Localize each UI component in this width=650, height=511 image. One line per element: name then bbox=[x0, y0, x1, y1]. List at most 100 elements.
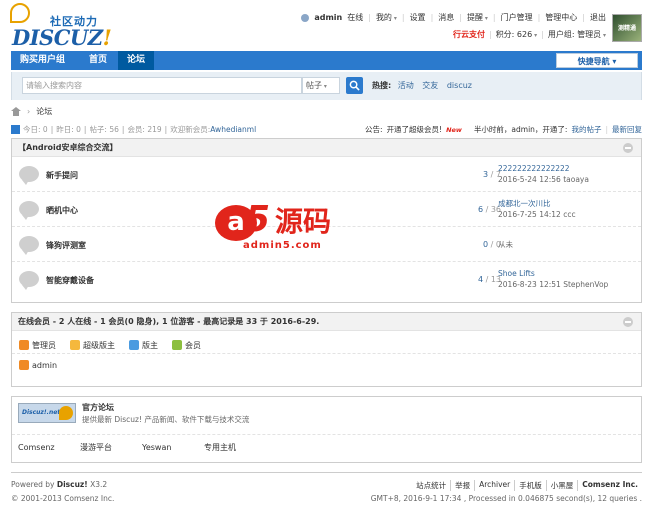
online-title: 在线会员 - 2 人在线 - 1 会员(0 隐身), 1 位游客 - 最高记录是… bbox=[18, 317, 320, 326]
breadcrumb-current[interactable]: 论坛 bbox=[36, 106, 52, 117]
usergroup-menu[interactable]: 用户组: 管理员 bbox=[548, 29, 606, 40]
user-toolbar: admin 在线 | 我的 | 设置 | 消息 | 提醒 | 门户管理 | 管理… bbox=[301, 12, 606, 23]
member-icon bbox=[172, 340, 182, 350]
credits-menu[interactable]: 积分: 626 bbox=[496, 29, 537, 40]
powered-by: Powered by Discuz! X3.2 bbox=[11, 480, 108, 489]
last-post-meta: 2016-5-24 12:56 taoaya bbox=[498, 175, 589, 184]
footer-links: 站点统计 举报 Archiver 手机版 小黑屋 Comsenz Inc. bbox=[412, 480, 642, 491]
last-post: 从未 bbox=[498, 233, 513, 250]
discuz-net-logo[interactable]: Discuz!.net bbox=[18, 403, 76, 423]
home-icon[interactable] bbox=[11, 107, 21, 116]
category-title[interactable]: 【Android安卓综合交流】 bbox=[18, 143, 118, 152]
messages-link[interactable]: 消息 bbox=[438, 12, 454, 23]
nav-buy-usergroup[interactable]: 购买用户组 bbox=[11, 51, 74, 70]
footer-link[interactable]: Comsenz Inc. bbox=[582, 480, 638, 489]
quick-nav-button[interactable]: 快捷导航 ▾ bbox=[556, 53, 638, 68]
latest-replies-link[interactable]: 最新回复 bbox=[612, 124, 642, 135]
last-post-meta: 2016-8-23 12:51 StephenVop bbox=[498, 280, 609, 289]
legend-item: 超级版主 bbox=[70, 337, 115, 353]
logout-link[interactable]: 退出 bbox=[590, 12, 606, 23]
friend-link[interactable]: 漫游平台 bbox=[80, 442, 142, 453]
legend-item: 会员 bbox=[172, 337, 201, 353]
forum-row: 新手提问 3 / 7 222222222222222 2016-5-24 12:5… bbox=[12, 157, 641, 192]
server-time: GMT+8, 2016-9-1 17:34 , Processed in 0.0… bbox=[370, 494, 642, 503]
hot-search-item[interactable]: 活动 bbox=[398, 81, 414, 90]
forum-name-link[interactable]: 晒机中心 bbox=[46, 205, 78, 216]
last-post-link[interactable]: 成都北一次川比 bbox=[498, 199, 551, 208]
friend-link[interactable]: Comsenz bbox=[18, 443, 80, 452]
friend-link[interactable]: 专用主机 bbox=[204, 442, 266, 453]
official-forum-desc: 提供最新 Discuz! 产品新闻、软件下载与技术交流 bbox=[82, 415, 250, 424]
member-legend: 管理员 超级版主 版主 会员 bbox=[12, 331, 641, 353]
hot-searches: 热搜: 活动 交友 discuz bbox=[372, 81, 472, 90]
avatar[interactable]: 测精通 bbox=[612, 14, 642, 42]
breadcrumb: › 论坛 bbox=[11, 106, 52, 117]
online-user-list: admin bbox=[12, 353, 641, 381]
hot-search-item[interactable]: 交友 bbox=[422, 81, 438, 90]
my-posts-link[interactable]: 我的帖子 bbox=[571, 124, 601, 135]
my-menu[interactable]: 我的 bbox=[376, 12, 397, 23]
forum-stats: 今日: 0 | 昨日: 0 | 帖子: 56 | 会员: 219 | 欢迎新会员: Aw… bbox=[11, 124, 256, 135]
lightbulb-icon bbox=[10, 3, 30, 23]
copyright: © 2001-2013 Comsenz Inc. bbox=[11, 494, 115, 503]
legend-item: 版主 bbox=[129, 337, 158, 353]
collapse-icon[interactable] bbox=[623, 317, 633, 327]
footer-link[interactable]: 小黑屋 bbox=[551, 481, 574, 490]
member-icon bbox=[19, 340, 29, 350]
logo-wordmark: DISCUZ! bbox=[12, 25, 112, 50]
member-icon bbox=[129, 340, 139, 350]
forum-icon bbox=[19, 236, 39, 255]
last-post: 成都北一次川比 2016-7-25 14:12 ccc bbox=[498, 198, 576, 220]
forum-icon bbox=[19, 201, 39, 220]
footer-link[interactable]: 举报 bbox=[455, 481, 470, 490]
site-logo[interactable]: 社区动力 DISCUZ! bbox=[10, 3, 120, 50]
admin-center-link[interactable]: 管理中心 bbox=[545, 12, 577, 23]
username-link[interactable]: admin bbox=[314, 13, 342, 22]
chart-icon bbox=[11, 125, 20, 134]
friend-link[interactable]: Yeswan bbox=[142, 443, 204, 452]
main-nav: 购买用户组 首页 论坛 快捷导航 ▾ bbox=[11, 51, 642, 70]
portal-admin-link[interactable]: 门户管理 bbox=[501, 12, 533, 23]
user-toolbar-secondary: 行云支付 | 积分: 626 | 用户组: 管理员 bbox=[453, 29, 606, 40]
last-post-none: 从未 bbox=[498, 240, 513, 249]
footer-link[interactable]: 站点统计 bbox=[416, 481, 446, 490]
online-members-box: 在线会员 - 2 人在线 - 1 会员(0 隐身), 1 位游客 - 最高记录是… bbox=[11, 312, 642, 387]
pay-link[interactable]: 行云支付 bbox=[453, 29, 485, 40]
forum-name-link[interactable]: 智能穿戴设备 bbox=[46, 275, 94, 286]
forum-row: 智能穿戴设备 4 / 13 Shoe Lifts 2016-8-23 12:51 … bbox=[12, 262, 641, 297]
search-type-select[interactable]: 帖子 bbox=[302, 77, 340, 94]
friend-links-box: Discuz!.net 官方论坛 提供最新 Discuz! 产品新闻、软件下载与… bbox=[11, 396, 642, 463]
hot-search-item[interactable]: discuz bbox=[447, 81, 472, 90]
search-bar: 请输入搜索内容 帖子 热搜: 活动 交友 discuz bbox=[11, 72, 642, 100]
a5-watermark: a 5 源码 admin5.com bbox=[215, 200, 355, 258]
notifications-menu[interactable]: 提醒 bbox=[467, 12, 488, 23]
announcement-link[interactable]: 开通了超级会员! bbox=[387, 124, 443, 135]
forum-icon bbox=[19, 166, 39, 185]
search-button[interactable] bbox=[346, 77, 363, 94]
user-icon bbox=[301, 13, 310, 22]
last-post-link[interactable]: Shoe Lifts bbox=[498, 269, 535, 278]
new-badge: New bbox=[446, 125, 462, 134]
online-status: 在线 bbox=[347, 13, 364, 22]
member-icon bbox=[19, 360, 29, 370]
forum-name-link[interactable]: 锋狗评测室 bbox=[46, 240, 86, 251]
collapse-icon[interactable] bbox=[623, 143, 633, 153]
last-post-meta: 2016-7-25 14:12 ccc bbox=[498, 210, 576, 219]
last-post: 222222222222222 2016-5-24 12:56 taoaya bbox=[498, 163, 589, 185]
forum-icon bbox=[19, 271, 39, 290]
last-post-link[interactable]: 222222222222222 bbox=[498, 164, 570, 173]
nav-home[interactable]: 首页 bbox=[80, 51, 116, 70]
last-post: Shoe Lifts 2016-8-23 12:51 StephenVop bbox=[498, 268, 608, 290]
nav-forum[interactable]: 论坛 bbox=[118, 51, 155, 70]
new-member-link[interactable]: Awhedianml bbox=[210, 125, 256, 134]
footer-link[interactable]: 手机版 bbox=[519, 481, 542, 490]
footer-link[interactable]: Archiver bbox=[479, 480, 510, 489]
online-user[interactable]: admin bbox=[19, 360, 634, 370]
search-icon bbox=[349, 80, 360, 91]
forum-name-link[interactable]: 新手提问 bbox=[46, 170, 78, 181]
legend-item: 管理员 bbox=[19, 337, 56, 353]
settings-link[interactable]: 设置 bbox=[410, 12, 426, 23]
official-forum-link[interactable]: 官方论坛 bbox=[82, 402, 114, 413]
search-input[interactable]: 请输入搜索内容 bbox=[22, 77, 302, 94]
announcement: 公告: 开通了超级会员! New 半小时前，admin，开通了: 我的帖子 | … bbox=[365, 124, 642, 135]
